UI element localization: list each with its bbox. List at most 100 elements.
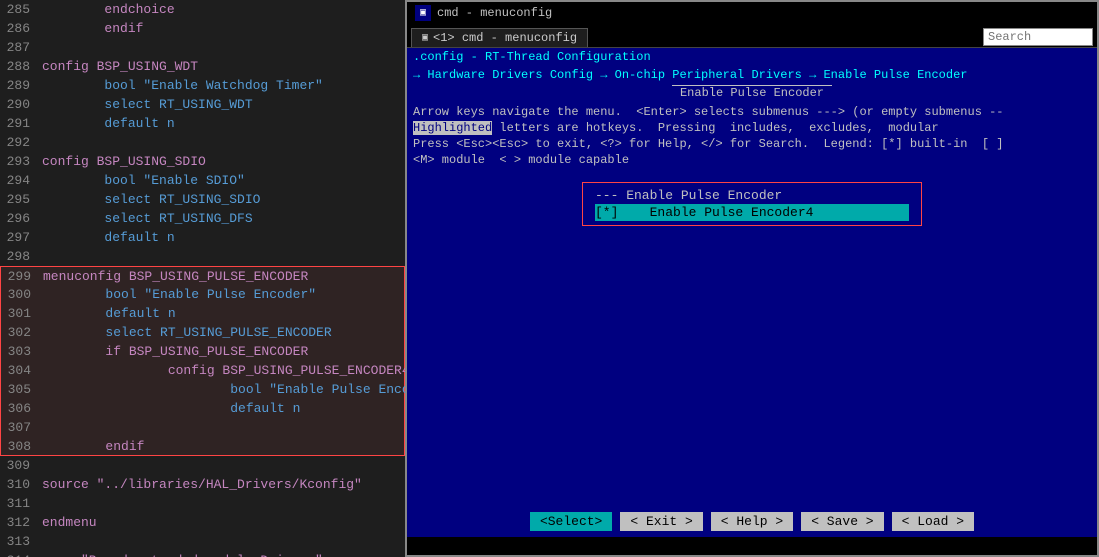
code-line: 303 if BSP_USING_PULSE_ENCODER xyxy=(0,342,405,361)
code-line: 306 default n xyxy=(0,399,405,418)
line-number: 292 xyxy=(0,133,42,152)
menuconfig-tab[interactable]: ▣ <1> cmd - menuconfig xyxy=(411,28,588,47)
code-line: 293config BSP_USING_SDIO xyxy=(0,152,405,171)
terminal-title-bar: ▣ cmd - menuconfig xyxy=(407,2,1097,24)
section-title-line: Enable Pulse Encoder xyxy=(407,84,1097,102)
search-input[interactable] xyxy=(983,28,1093,46)
code-line: 297 default n xyxy=(0,228,405,247)
line-content: bool "Enable Pulse Encoder4" xyxy=(43,380,405,399)
breadcrumb-path: → Hardware Drivers Config → On-chip Peri… xyxy=(407,66,1097,84)
menuconfig-area: .config - RT-Thread Configuration → Hard… xyxy=(407,48,1097,555)
line-number: 295 xyxy=(0,190,42,209)
line-number: 312 xyxy=(0,513,42,532)
line-content: endmenu xyxy=(42,513,97,532)
help-line: Highlighted letters are hotkeys. Pressin… xyxy=(413,120,1091,136)
breadcrumb-path-text: → Hardware Drivers Config → On-chip Peri… xyxy=(413,68,968,82)
line-content: select RT_USING_WDT xyxy=(42,95,253,114)
bottom-buttons: <Select> < Exit > < Help > < Save > < Load > xyxy=(407,506,1097,537)
code-line: 299menuconfig BSP_USING_PULSE_ENCODER xyxy=(0,266,405,285)
line-content: config BSP_USING_WDT xyxy=(42,57,198,76)
code-line: 307 xyxy=(0,418,405,437)
line-number: 287 xyxy=(0,38,42,57)
code-line: 310source "../libraries/HAL_Drivers/Kcon… xyxy=(0,475,405,494)
code-line: 314menu "Board extended module Drivers" xyxy=(0,551,405,557)
code-line: 313 xyxy=(0,532,405,551)
bottom-button[interactable]: <Select> xyxy=(530,512,612,531)
bottom-button[interactable]: < Help > xyxy=(711,512,793,531)
code-line: 309 xyxy=(0,456,405,475)
code-line: 311 xyxy=(0,494,405,513)
menu-content-area: --- Enable Pulse Encoder[*] Enable Pulse… xyxy=(407,170,1097,506)
terminal-title: cmd - menuconfig xyxy=(437,6,552,20)
line-content: source "../libraries/HAL_Drivers/Kconfig… xyxy=(42,475,362,494)
breadcrumb: .config - RT-Thread Configuration xyxy=(407,48,1097,66)
section-title: Enable Pulse Encoder xyxy=(672,85,832,100)
code-line: 296 select RT_USING_DFS xyxy=(0,209,405,228)
code-line: 295 select RT_USING_SDIO xyxy=(0,190,405,209)
line-number: 290 xyxy=(0,95,42,114)
line-number: 313 xyxy=(0,532,42,551)
line-number: 294 xyxy=(0,171,42,190)
code-line: 294 bool "Enable SDIO" xyxy=(0,171,405,190)
line-content: default n xyxy=(42,114,175,133)
line-number: 288 xyxy=(0,57,42,76)
line-content: select RT_USING_PULSE_ENCODER xyxy=(43,323,332,342)
line-number: 291 xyxy=(0,114,42,133)
line-number: 300 xyxy=(1,285,43,304)
line-content: bool "Enable Watchdog Timer" xyxy=(42,76,323,95)
code-line: 289 bool "Enable Watchdog Timer" xyxy=(0,76,405,95)
menu-item[interactable]: [*] Enable Pulse Encoder4 xyxy=(595,204,909,221)
line-number: 293 xyxy=(0,152,42,171)
line-number: 314 xyxy=(0,551,42,557)
line-content: menuconfig BSP_USING_PULSE_ENCODER xyxy=(43,267,308,286)
code-line: 286 endif xyxy=(0,19,405,38)
line-content: config BSP_USING_SDIO xyxy=(42,152,206,171)
line-number: 307 xyxy=(1,418,43,437)
help-text-area: Arrow keys navigate the menu. <Enter> se… xyxy=(407,102,1097,170)
line-content: endif xyxy=(43,437,144,456)
bottom-button[interactable]: < Save > xyxy=(801,512,883,531)
help-line: Arrow keys navigate the menu. <Enter> se… xyxy=(413,104,1091,120)
line-number: 299 xyxy=(1,267,43,286)
line-number: 302 xyxy=(1,323,43,342)
code-line: 285 endchoice xyxy=(0,0,405,19)
code-line: 312endmenu xyxy=(0,513,405,532)
line-content: default n xyxy=(42,228,175,247)
code-line: 300 bool "Enable Pulse Encoder" xyxy=(0,285,405,304)
line-content: endif xyxy=(42,19,143,38)
code-line: 292 xyxy=(0,133,405,152)
terminal-icon: ▣ xyxy=(415,5,431,21)
line-number: 301 xyxy=(1,304,43,323)
line-number: 308 xyxy=(1,437,43,456)
help-line: <M> module < > module capable xyxy=(413,152,1091,168)
line-number: 310 xyxy=(0,475,42,494)
help-line: Press <Esc><Esc> to exit, <?> for Help, … xyxy=(413,136,1091,152)
line-number: 285 xyxy=(0,0,42,19)
code-line: 301 default n xyxy=(0,304,405,323)
breadcrumb-root: .config - RT-Thread Configuration xyxy=(413,50,651,64)
bottom-button[interactable]: < Exit > xyxy=(620,512,702,531)
line-number: 311 xyxy=(0,494,42,513)
tab-icon: ▣ xyxy=(422,32,428,44)
code-line: 308 endif xyxy=(0,437,405,456)
code-line: 305 bool "Enable Pulse Encoder4" xyxy=(0,380,405,399)
line-content: bool "Enable SDIO" xyxy=(42,171,245,190)
menuconfig-panel: ▣ cmd - menuconfig ▣ <1> cmd - menuconfi… xyxy=(405,0,1099,557)
line-content: default n xyxy=(43,304,176,323)
line-content: if BSP_USING_PULSE_ENCODER xyxy=(43,342,308,361)
bottom-button[interactable]: < Load > xyxy=(892,512,974,531)
line-content: endchoice xyxy=(42,0,175,19)
line-number: 306 xyxy=(1,399,43,418)
line-number: 298 xyxy=(0,247,42,266)
code-line: 287 xyxy=(0,38,405,57)
line-number: 303 xyxy=(1,342,43,361)
tab-bar: ▣ <1> cmd - menuconfig xyxy=(407,24,1097,48)
bottom-status-bar xyxy=(407,537,1097,555)
menu-item[interactable]: --- Enable Pulse Encoder xyxy=(595,187,909,204)
line-number: 286 xyxy=(0,19,42,38)
line-number: 297 xyxy=(0,228,42,247)
tab-label: <1> cmd - menuconfig xyxy=(433,31,577,45)
code-line: 291 default n xyxy=(0,114,405,133)
line-number: 305 xyxy=(1,380,43,399)
menu-box: --- Enable Pulse Encoder[*] Enable Pulse… xyxy=(582,182,922,226)
